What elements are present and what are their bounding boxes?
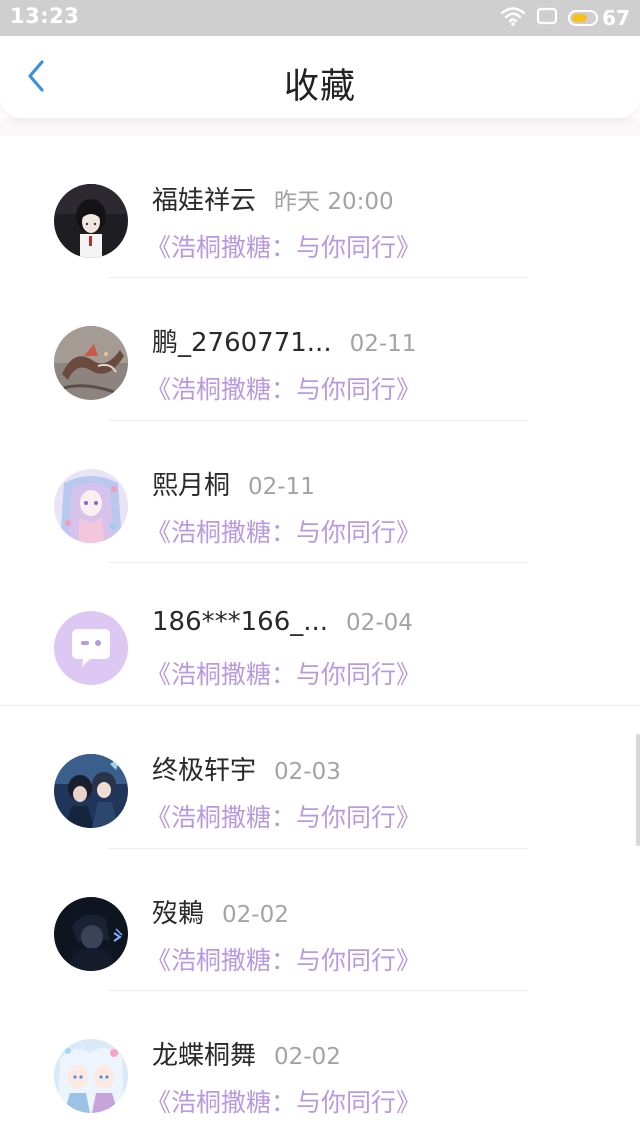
timestamp: 02-04 [346,610,413,637]
item-text: 186***166_... 02-04 《浩桐撒糖：与你同行》 [146,607,421,691]
favorites-list[interactable]: 福娃祥云 昨天 20:00 《浩桐撒糖：与你同行》 鹏_2760771... 0… [0,136,640,1134]
book-title[interactable]: 《浩桐撒糖：与你同行》 [146,370,421,406]
user-name[interactable]: 鹏_2760771... [152,322,332,359]
item-text: 龙蝶桐舞 02-02 《浩桐撒糖：与你同行》 [146,1035,421,1119]
wifi-icon [500,6,526,30]
user-name[interactable]: 熙月桐 [152,465,230,502]
name-row: 鹏_2760771... 02-11 [152,322,421,359]
user-name[interactable]: 福娃祥云 [152,180,256,217]
timestamp: 02-11 [248,473,315,500]
timestamp: 昨天 20:00 [274,189,394,215]
user-name[interactable]: 龙蝶桐舞 [152,1035,256,1072]
battery-level: 67 [602,6,630,30]
avatar[interactable] [54,1039,128,1114]
avatar[interactable] [54,184,128,258]
avatar[interactable] [54,896,128,971]
status-icons: 67 [500,6,630,30]
user-name[interactable]: 歿鶇 [152,893,204,930]
page-title: 收藏 [283,67,356,107]
item-text: 福娃祥云 昨天 20:00 《浩桐撒糖：与你同行》 [146,180,421,264]
battery-fill [572,14,587,22]
name-row: 熙月桐 02-11 [152,465,421,502]
book-title[interactable]: 《浩桐撒糖：与你同行》 [146,655,421,691]
list-item[interactable]: 歿鶇 02-02 《浩桐撒糖：与你同行》 [0,849,640,992]
avatar[interactable] [54,754,128,829]
item-text: 熙月桐 02-11 《浩桐撒糖：与你同行》 [146,465,421,549]
book-title[interactable]: 《浩桐撒糖：与你同行》 [146,513,421,549]
name-row: 福娃祥云 昨天 20:00 [152,180,421,217]
header-gap [0,118,640,136]
name-row: 终极轩宇 02-03 [152,750,421,787]
user-name[interactable]: 终极轩宇 [152,750,256,787]
list-item[interactable]: 鹏_2760771... 02-11 《浩桐撒糖：与你同行》 [0,278,640,421]
item-text: 鹏_2760771... 02-11 《浩桐撒糖：与你同行》 [146,322,421,406]
item-text: 终极轩宇 02-03 《浩桐撒糖：与你同行》 [146,750,421,834]
scrollbar[interactable] [636,734,640,846]
book-title[interactable]: 《浩桐撒糖：与你同行》 [146,798,421,834]
battery-icon: 67 [568,6,630,30]
list-item[interactable]: 186***166_... 02-04 《浩桐撒糖：与你同行》 [0,563,640,707]
timestamp: 02-02 [274,1044,341,1071]
battery-gauge [568,10,599,26]
list-item[interactable]: 终极轩宇 02-03 《浩桐撒糖：与你同行》 [0,706,640,849]
nav-bar: 收藏 [0,36,640,118]
status-bar: 13:23 67 [0,0,640,36]
timestamp: 02-02 [222,901,289,928]
item-text: 歿鶇 02-02 《浩桐撒糖：与你同行》 [146,893,421,977]
user-name[interactable]: 186***166_... [152,607,328,637]
list-item[interactable]: 熙月桐 02-11 《浩桐撒糖：与你同行》 [0,421,640,564]
timestamp: 02-11 [349,331,417,357]
name-row: 龙蝶桐舞 02-02 [152,1035,421,1072]
book-title[interactable]: 《浩桐撒糖：与你同行》 [146,228,421,264]
name-row: 歿鶇 02-02 [152,893,421,930]
list-item[interactable]: 福娃祥云 昨天 20:00 《浩桐撒糖：与你同行》 [0,136,640,278]
avatar[interactable] [54,611,128,686]
screen-icon [536,6,558,30]
status-time: 13:23 [10,4,80,28]
name-row: 186***166_... 02-04 [152,607,421,641]
timestamp: 02-03 [274,759,341,786]
avatar[interactable] [54,326,128,400]
avatar[interactable] [54,468,128,543]
book-title[interactable]: 《浩桐撒糖：与你同行》 [146,941,421,977]
list-item[interactable]: 龙蝶桐舞 02-02 《浩桐撒糖：与你同行》 [0,991,640,1134]
book-title[interactable]: 《浩桐撒糖：与你同行》 [146,1083,421,1119]
